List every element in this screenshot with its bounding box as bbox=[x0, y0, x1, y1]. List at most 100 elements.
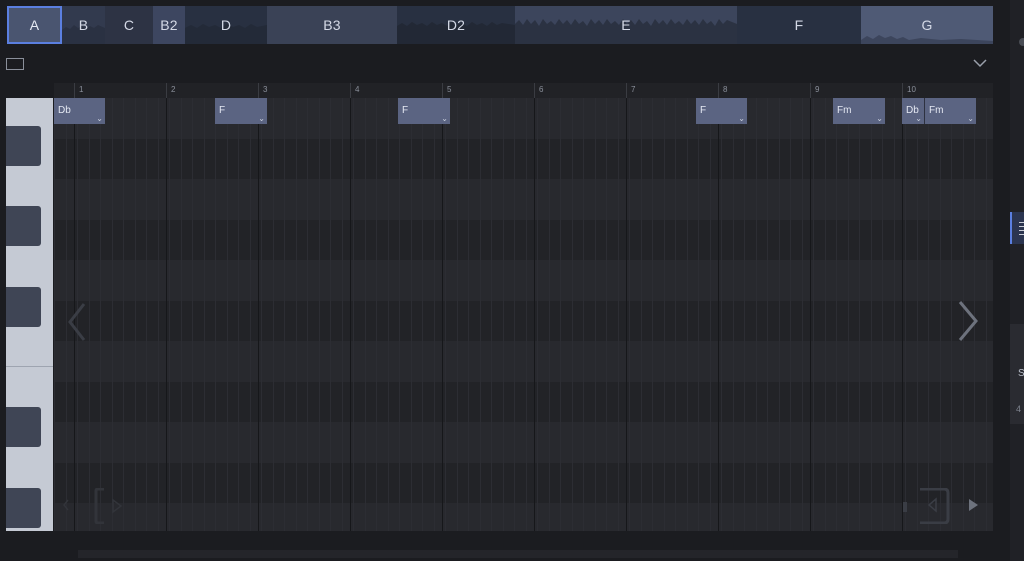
grid-line bbox=[123, 98, 124, 531]
grid-row bbox=[54, 341, 993, 382]
grid-line bbox=[629, 98, 630, 531]
chord-label: Fm bbox=[837, 105, 852, 116]
grid-line bbox=[790, 98, 791, 531]
grid-line bbox=[479, 98, 481, 531]
chord-chip[interactable]: Db ⌄ bbox=[54, 98, 105, 124]
section-d[interactable]: D bbox=[185, 6, 267, 44]
list-view-icon[interactable] bbox=[1010, 212, 1024, 244]
grid-line bbox=[836, 98, 837, 531]
chord-label: Db bbox=[58, 105, 71, 116]
chord-chip[interactable]: Fm ⌄ bbox=[925, 98, 976, 124]
chevron-down-icon[interactable]: ⌄ bbox=[915, 114, 922, 123]
bar-line bbox=[534, 98, 535, 531]
grid-line bbox=[778, 98, 780, 531]
grid-line bbox=[801, 98, 803, 531]
chevron-right-icon[interactable] bbox=[956, 300, 980, 342]
side-label-number: 4 bbox=[1016, 404, 1022, 414]
piano-keyboard[interactable] bbox=[6, 98, 53, 531]
grid-line bbox=[468, 98, 469, 531]
bar-number: 6 bbox=[539, 85, 544, 94]
grid-line bbox=[721, 98, 722, 531]
section-label: E bbox=[621, 17, 631, 33]
grid-line bbox=[663, 98, 665, 531]
grid-line bbox=[755, 98, 757, 531]
chevron-down-icon[interactable] bbox=[972, 56, 988, 70]
grid-line bbox=[433, 98, 435, 531]
section-strip: A B C B2 D B3 D2 E F G bbox=[7, 6, 993, 44]
grid-line bbox=[594, 98, 596, 531]
section-e[interactable]: E bbox=[515, 6, 737, 44]
chord-chip[interactable]: F ⌄ bbox=[215, 98, 267, 124]
grid-line bbox=[307, 98, 308, 531]
section-label: D bbox=[220, 17, 232, 33]
grid-line bbox=[675, 98, 676, 531]
piano-roll-grid[interactable] bbox=[54, 98, 993, 531]
grid-line bbox=[939, 98, 941, 531]
bar-ruler[interactable]: 1 2 3 4 5 6 7 8 9 10 bbox=[54, 83, 993, 98]
grid-line bbox=[686, 98, 688, 531]
chevron-down-icon[interactable]: ⌄ bbox=[967, 114, 974, 123]
grid-line bbox=[502, 98, 504, 531]
section-b[interactable]: B bbox=[62, 6, 105, 44]
chevron-down-icon[interactable]: ⌄ bbox=[876, 114, 883, 123]
grid-line bbox=[640, 98, 642, 531]
grid-line bbox=[767, 98, 768, 531]
grid-line bbox=[111, 98, 113, 531]
chevron-down-icon[interactable]: ⌄ bbox=[258, 114, 265, 123]
black-key[interactable] bbox=[6, 206, 41, 246]
grid-line bbox=[226, 98, 228, 531]
grid-line bbox=[525, 98, 527, 531]
grid-line bbox=[606, 98, 607, 531]
grid-line bbox=[134, 98, 136, 531]
bar-number: 10 bbox=[907, 85, 916, 94]
chevron-down-icon[interactable]: ⌄ bbox=[738, 114, 745, 123]
black-key[interactable] bbox=[6, 407, 41, 447]
ruler-tick bbox=[718, 83, 719, 98]
grid-line bbox=[893, 98, 895, 531]
section-b3[interactable]: B3 bbox=[267, 6, 397, 44]
section-label: B2 bbox=[160, 17, 178, 33]
grid-line bbox=[387, 98, 389, 531]
grid-row bbox=[54, 219, 993, 260]
chord-chip[interactable]: Fm ⌄ bbox=[833, 98, 885, 124]
grid-line bbox=[180, 98, 182, 531]
grid-line bbox=[560, 98, 561, 531]
black-key[interactable] bbox=[6, 287, 41, 327]
section-b2[interactable]: B2 bbox=[153, 6, 185, 44]
play-button[interactable] bbox=[898, 488, 988, 524]
section-c[interactable]: C bbox=[105, 6, 153, 44]
grid-line bbox=[916, 98, 918, 531]
play-region-control[interactable] bbox=[60, 488, 130, 524]
chord-chip[interactable]: F ⌄ bbox=[398, 98, 450, 124]
horizontal-scrollbar[interactable] bbox=[78, 550, 958, 558]
bar-line bbox=[902, 98, 903, 531]
grid-line bbox=[157, 98, 159, 531]
grid-line bbox=[422, 98, 423, 531]
section-f[interactable]: F bbox=[737, 6, 861, 44]
bar-number: 7 bbox=[631, 85, 636, 94]
grid-line bbox=[985, 98, 987, 531]
black-key[interactable] bbox=[6, 488, 41, 528]
grid-line bbox=[698, 98, 699, 531]
section-label: D2 bbox=[446, 17, 466, 33]
chord-chip[interactable]: Db ⌄ bbox=[902, 98, 925, 124]
bar-line bbox=[166, 98, 167, 531]
chevron-down-icon[interactable]: ⌄ bbox=[96, 114, 103, 123]
section-label: C bbox=[123, 17, 135, 33]
grid-line bbox=[537, 98, 538, 531]
section-d2[interactable]: D2 bbox=[397, 6, 515, 44]
grid-line bbox=[445, 98, 446, 531]
chevron-left-icon[interactable] bbox=[66, 302, 88, 342]
grid-line bbox=[905, 98, 906, 531]
black-key[interactable] bbox=[6, 126, 41, 166]
knob-icon[interactable] bbox=[1019, 38, 1024, 46]
section-label: F bbox=[794, 17, 804, 33]
grid-line bbox=[813, 98, 814, 531]
chord-chip[interactable]: F ⌄ bbox=[696, 98, 747, 124]
section-g[interactable]: G bbox=[861, 6, 993, 44]
grid-line bbox=[456, 98, 458, 531]
panel-toggle-icon[interactable] bbox=[6, 58, 24, 70]
section-a[interactable]: A bbox=[7, 6, 62, 44]
chevron-down-icon[interactable]: ⌄ bbox=[441, 114, 448, 123]
grid-line bbox=[882, 98, 883, 531]
